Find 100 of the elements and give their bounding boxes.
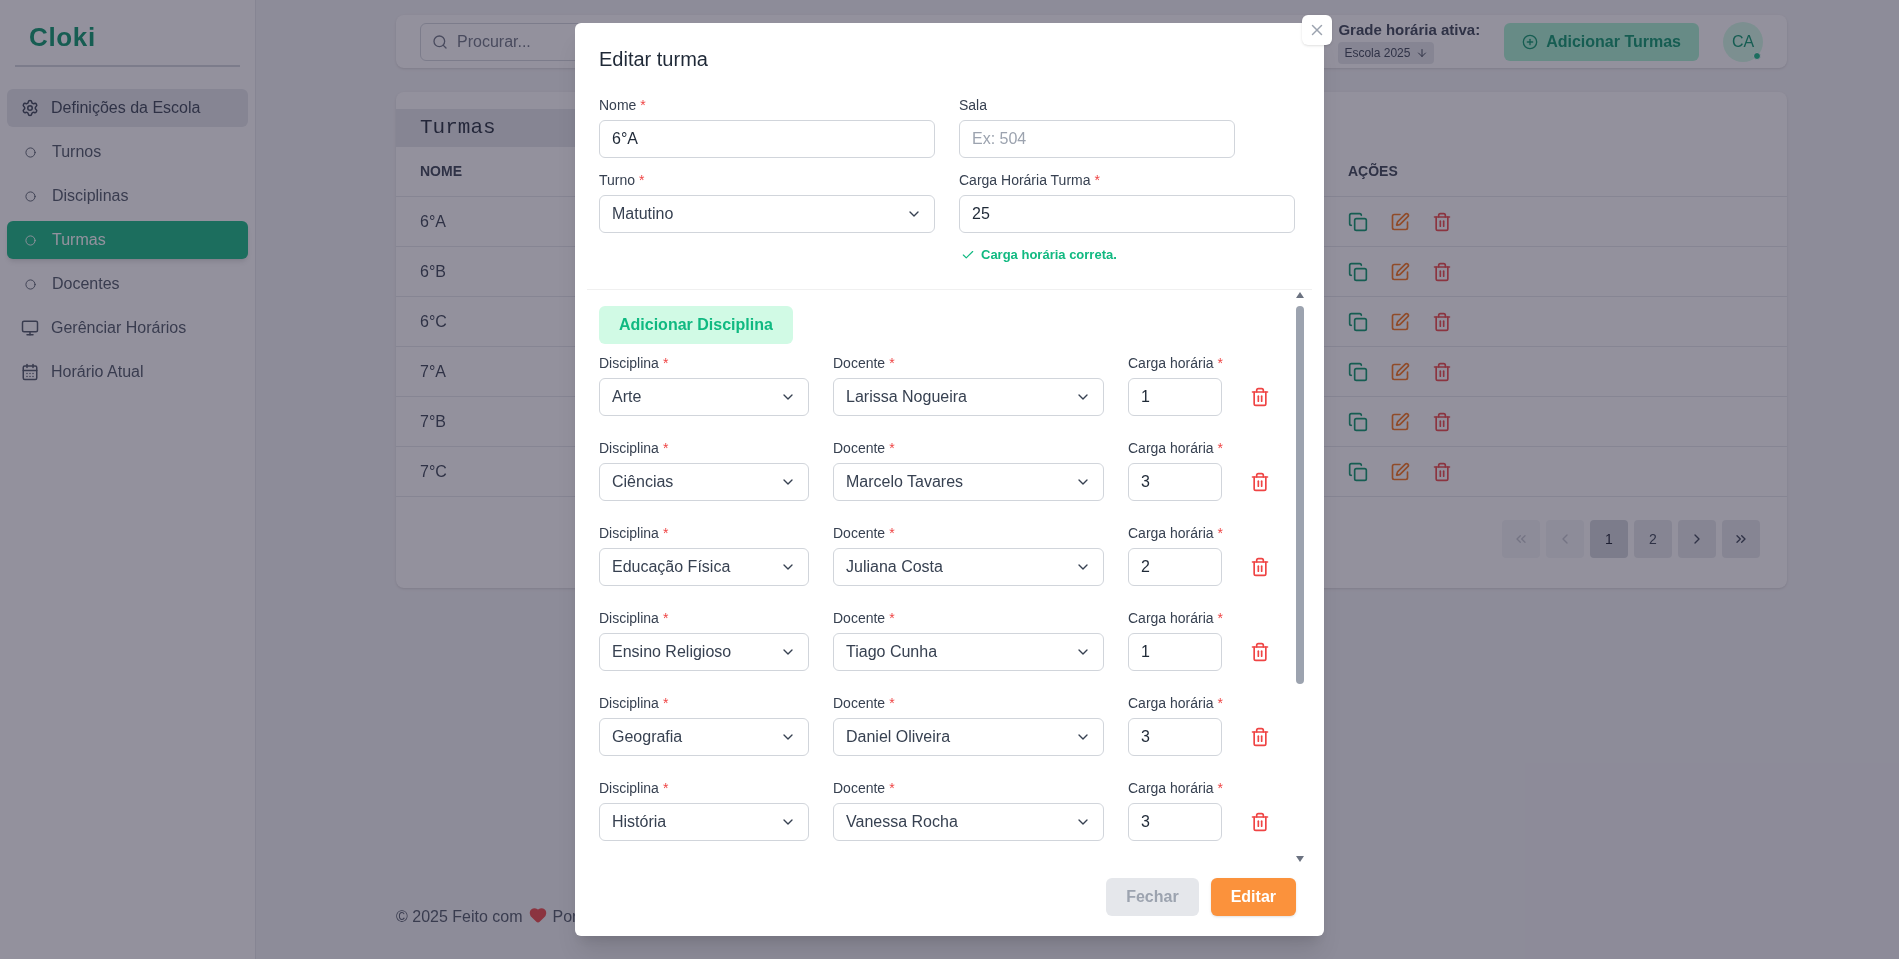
table-cell-text: 6°A xyxy=(420,211,447,232)
circle-icon xyxy=(25,146,36,158)
field-label: Sala xyxy=(959,96,989,115)
select-field[interactable]: Marcelo Tavares xyxy=(833,462,1104,501)
table-cell-text: 6°C xyxy=(420,311,448,332)
circle-icon xyxy=(25,234,36,246)
sidebar-item[interactable]: Turnos xyxy=(7,133,248,171)
select-field[interactable]: Tiago Cunha xyxy=(833,632,1104,671)
close-button[interactable] xyxy=(1302,15,1332,45)
delete-icon[interactable] xyxy=(1432,461,1452,482)
validation-message: Carga horária correta. xyxy=(961,245,1295,265)
sidebar-item[interactable]: Gerênciar Horários xyxy=(7,309,248,347)
field-label: Carga horária * xyxy=(1128,693,1222,713)
input-field[interactable]: 25 xyxy=(959,195,1295,233)
table-cell-text: 7°A xyxy=(420,361,447,382)
field-label: Disciplina * xyxy=(599,693,670,713)
input-field[interactable]: 3 xyxy=(1128,462,1222,501)
scroll-down-icon xyxy=(1296,856,1304,862)
column-header: AÇÕES xyxy=(1348,162,1398,181)
field-label: Docente * xyxy=(833,438,896,458)
copy-icon[interactable] xyxy=(1348,211,1368,232)
delete-icon[interactable] xyxy=(1432,411,1452,432)
edit-icon[interactable] xyxy=(1390,211,1410,232)
delete-icon[interactable] xyxy=(1250,811,1270,832)
plus-circle-icon xyxy=(1522,33,1539,50)
page-button[interactable]: 2 xyxy=(1634,520,1672,558)
field-label: Disciplina * xyxy=(599,353,670,373)
heart-icon xyxy=(528,906,547,924)
select-field[interactable]: Daniel Oliveira xyxy=(833,717,1104,756)
delete-icon[interactable] xyxy=(1250,386,1270,407)
sidebar-item[interactable]: Horário Atual xyxy=(7,353,248,391)
monitor-icon xyxy=(21,319,39,337)
select-field[interactable]: Geografia xyxy=(599,717,809,756)
input-field[interactable]: 1 xyxy=(1128,377,1222,416)
field-label: Docente * xyxy=(833,523,896,543)
pagination-button[interactable] xyxy=(1722,520,1760,558)
field-label: Carga Horária Turma * xyxy=(959,171,1101,190)
copy-icon[interactable] xyxy=(1348,261,1368,282)
page-button[interactable]: 1 xyxy=(1590,520,1628,558)
select-field[interactable]: Educação Física xyxy=(599,547,809,586)
table-cell-text: 6°B xyxy=(420,261,447,282)
copy-icon[interactable] xyxy=(1348,461,1368,482)
copy-icon[interactable] xyxy=(1348,311,1368,332)
input-field[interactable]: 3 xyxy=(1128,802,1222,841)
select-field[interactable]: Ciências xyxy=(599,462,809,501)
delete-icon[interactable] xyxy=(1432,361,1452,382)
field-label: Carga horária * xyxy=(1128,608,1222,628)
copy-icon[interactable] xyxy=(1348,411,1368,432)
field-label: Docente * xyxy=(833,353,896,373)
scrollbar-thumb[interactable] xyxy=(1296,305,1304,684)
select-field[interactable]: Juliana Costa xyxy=(833,547,1104,586)
delete-icon[interactable] xyxy=(1250,641,1270,662)
field-label: Carga horária * xyxy=(1128,438,1222,458)
edit-icon[interactable] xyxy=(1390,311,1410,332)
logo: Cloki xyxy=(28,21,97,54)
field-label: Docente * xyxy=(833,693,896,713)
delete-icon[interactable] xyxy=(1250,556,1270,577)
settings-icon xyxy=(21,99,39,117)
field-label: Carga horária * xyxy=(1128,523,1222,543)
input-field[interactable]: Ex: 504 xyxy=(959,120,1235,158)
sidebar-item[interactable]: Definições da Escola xyxy=(7,89,248,127)
circle-icon xyxy=(25,278,36,290)
edit-icon[interactable] xyxy=(1390,261,1410,282)
delete-icon[interactable] xyxy=(1432,311,1452,332)
edit-icon[interactable] xyxy=(1390,361,1410,382)
footer-text: © 2025 Feito com xyxy=(396,907,523,927)
schedule-selector[interactable]: Escola 2025 xyxy=(1338,41,1435,64)
circle-icon xyxy=(25,190,36,202)
select-field[interactable]: Matutino xyxy=(599,195,935,233)
select-field[interactable]: História xyxy=(599,802,809,841)
scroll-up-icon xyxy=(1296,291,1304,298)
calendar-icon xyxy=(21,363,39,381)
input-field[interactable]: 6°A xyxy=(599,120,935,158)
field-label: Docente * xyxy=(833,778,896,798)
field-label: Disciplina * xyxy=(599,608,670,628)
select-field[interactable]: Arte xyxy=(599,377,809,416)
sidebar-item[interactable]: Docentes xyxy=(7,265,248,303)
input-field[interactable]: 1 xyxy=(1128,632,1222,671)
edit-icon[interactable] xyxy=(1390,461,1410,482)
input-field[interactable]: 3 xyxy=(1128,717,1222,756)
select-field[interactable]: Larissa Nogueira xyxy=(833,377,1104,416)
copy-icon[interactable] xyxy=(1348,361,1368,382)
delete-icon[interactable] xyxy=(1250,471,1270,492)
table-cell-text: 7°B xyxy=(420,411,447,432)
field-label: Carga horária * xyxy=(1128,353,1222,373)
footer-text: Por xyxy=(552,907,578,927)
input-field[interactable]: 2 xyxy=(1128,547,1222,586)
delete-icon[interactable] xyxy=(1250,726,1270,747)
sidebar-item[interactable]: Disciplinas xyxy=(7,177,248,215)
arrow-down-icon xyxy=(1416,46,1429,59)
select-field[interactable]: Vanessa Rocha xyxy=(833,802,1104,841)
search-icon xyxy=(432,33,448,50)
field-label: Carga horária * xyxy=(1128,778,1222,798)
field-label: Turno * xyxy=(599,171,646,190)
edit-icon[interactable] xyxy=(1390,411,1410,432)
delete-icon[interactable] xyxy=(1432,211,1452,232)
delete-icon[interactable] xyxy=(1432,261,1452,282)
column-header: NOME xyxy=(420,162,463,181)
schedule-label: Grade horária ativa: xyxy=(1338,19,1481,40)
select-field[interactable]: Ensino Religioso xyxy=(599,632,809,671)
